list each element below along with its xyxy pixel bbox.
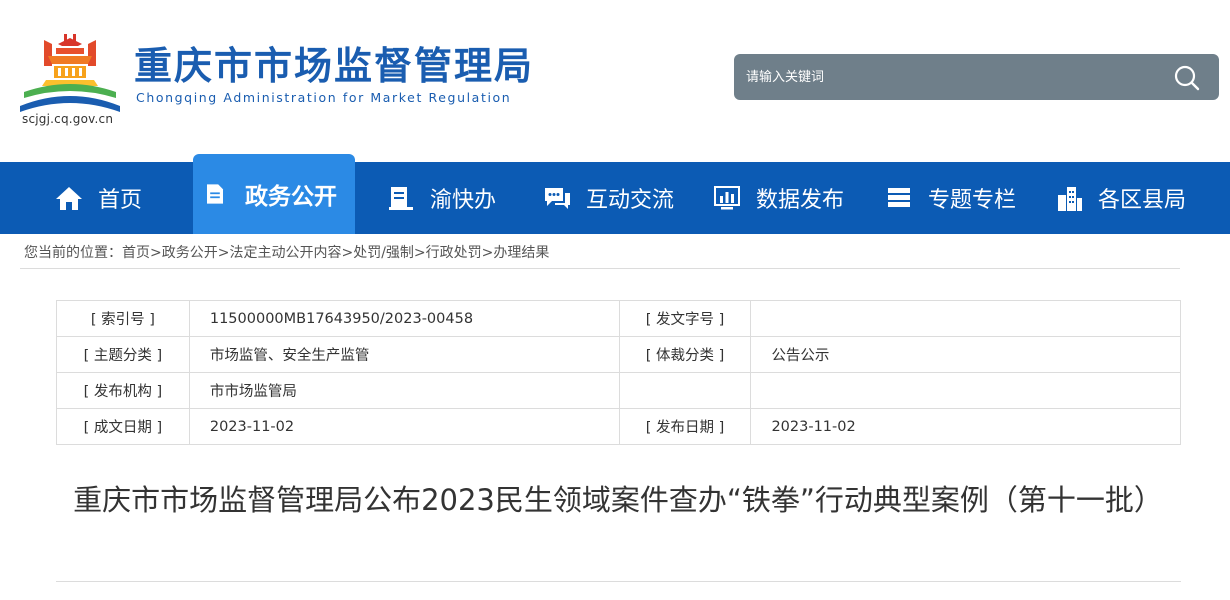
nav-label: 渝快办 — [430, 188, 497, 213]
meta-value: 2023-11-02 — [750, 408, 1181, 445]
meta-label: [ 索引号 ] — [56, 300, 190, 337]
site-domain: scjgj.cq.gov.cn — [22, 112, 114, 126]
nav-label: 专题专栏 — [928, 188, 1017, 213]
breadcrumb-separator: > — [150, 245, 162, 261]
nav-item-districts[interactable]: 各区县局 — [1054, 162, 1186, 234]
breadcrumb-item[interactable]: 办理结果 — [493, 245, 549, 261]
nav-item-home[interactable]: 首页 — [54, 162, 142, 234]
table-row: [ 索引号 ] 11500000MB17643950/2023-00458 [ … — [56, 300, 1181, 337]
search-input[interactable] — [746, 66, 1146, 88]
nav-item-data-release[interactable]: 数据发布 — [712, 162, 844, 234]
meta-value — [750, 300, 1181, 337]
breadcrumb-separator: > — [341, 245, 354, 261]
breadcrumb-item[interactable]: 行政处罚 — [426, 245, 482, 261]
search-bar — [734, 54, 1219, 100]
breadcrumb-item[interactable]: 法定主动公开内容 — [229, 245, 341, 261]
service-icon — [389, 187, 413, 210]
table-row: [ 成文日期 ] 2023-11-02 [ 发布日期 ] 2023-11-02 — [56, 408, 1181, 445]
meta-value: 公告公示 — [750, 336, 1181, 373]
title-divider — [56, 581, 1181, 582]
chart-icon — [714, 186, 740, 210]
breadcrumb-separator: > — [481, 245, 494, 261]
nav-label: 数据发布 — [756, 188, 845, 213]
table-row: [ 主题分类 ] 市场监管、安全生产监管 [ 体裁分类 ] 公告公示 — [56, 336, 1181, 373]
breadcrumb-item[interactable]: 处罚/强制 — [353, 245, 414, 261]
nav-item-gov-affairs[interactable]: 政务公开 — [193, 154, 355, 234]
breadcrumb-item[interactable]: 首页 — [122, 245, 150, 261]
article-title: 重庆市市场监督管理局公布2023民生领域案件查办“铁拳”行动典型案例（第十一批） — [73, 483, 1163, 517]
chat-icon — [545, 188, 570, 209]
meta-value: 市市场监管局 — [188, 372, 620, 409]
nav-item-interaction[interactable]: 互动交流 — [542, 162, 674, 234]
breadcrumb-separator: > — [217, 245, 230, 261]
building-icon — [1058, 187, 1082, 211]
table-row: [ 发布机构 ] 市市场监管局 — [56, 372, 1181, 409]
meta-label: [ 发布机构 ] — [56, 372, 190, 409]
document-meta-table: [ 索引号 ] 11500000MB17643950/2023-00458 [ … — [56, 300, 1181, 445]
meta-label: [ 成文日期 ] — [56, 408, 190, 445]
breadcrumb-item[interactable]: 政务公开 — [162, 245, 218, 261]
breadcrumb-prefix: 您当前的位置： — [24, 245, 122, 261]
home-icon — [56, 187, 82, 210]
search-icon[interactable] — [1173, 64, 1201, 92]
site-title[interactable]: 重庆市市场监督管理局 — [134, 42, 534, 90]
nav-label: 各区县局 — [1098, 188, 1187, 213]
breadcrumb-divider — [20, 268, 1180, 269]
main-nav: 首页 政务公开 渝快办 互动交流 数据发布 专题专栏 各区县局 — [0, 154, 1230, 234]
column-icon — [888, 188, 910, 207]
nav-label: 互动交流 — [586, 188, 675, 213]
meta-label: [ 发布日期 ] — [618, 408, 752, 445]
breadcrumb: 您当前的位置：首页>政务公开>法定主动公开内容>处罚/强制>行政处罚>办理结果 — [24, 242, 549, 262]
temple-logo-icon[interactable] — [18, 30, 122, 114]
meta-label: [ 体裁分类 ] — [618, 336, 752, 373]
meta-label — [618, 372, 752, 409]
nav-item-yukuaiban[interactable]: 渝快办 — [386, 162, 496, 234]
site-subtitle: Chongqing Administration for Market Regu… — [136, 90, 512, 105]
meta-value: 2023-11-02 — [188, 408, 620, 445]
document-icon — [207, 184, 223, 204]
nav-item-special-column[interactable]: 专题专栏 — [884, 162, 1016, 234]
meta-value: 市场监管、安全生产监管 — [188, 336, 620, 373]
meta-value — [750, 372, 1181, 409]
meta-label: [ 发文字号 ] — [618, 300, 752, 337]
nav-label: 政务公开 — [245, 184, 337, 210]
meta-value: 11500000MB17643950/2023-00458 — [188, 300, 620, 337]
site-header: scjgj.cq.gov.cn 重庆市市场监督管理局 Chongqing Adm… — [0, 0, 1230, 162]
meta-label: [ 主题分类 ] — [56, 336, 190, 373]
breadcrumb-separator: > — [413, 245, 426, 261]
nav-label: 首页 — [98, 188, 143, 213]
